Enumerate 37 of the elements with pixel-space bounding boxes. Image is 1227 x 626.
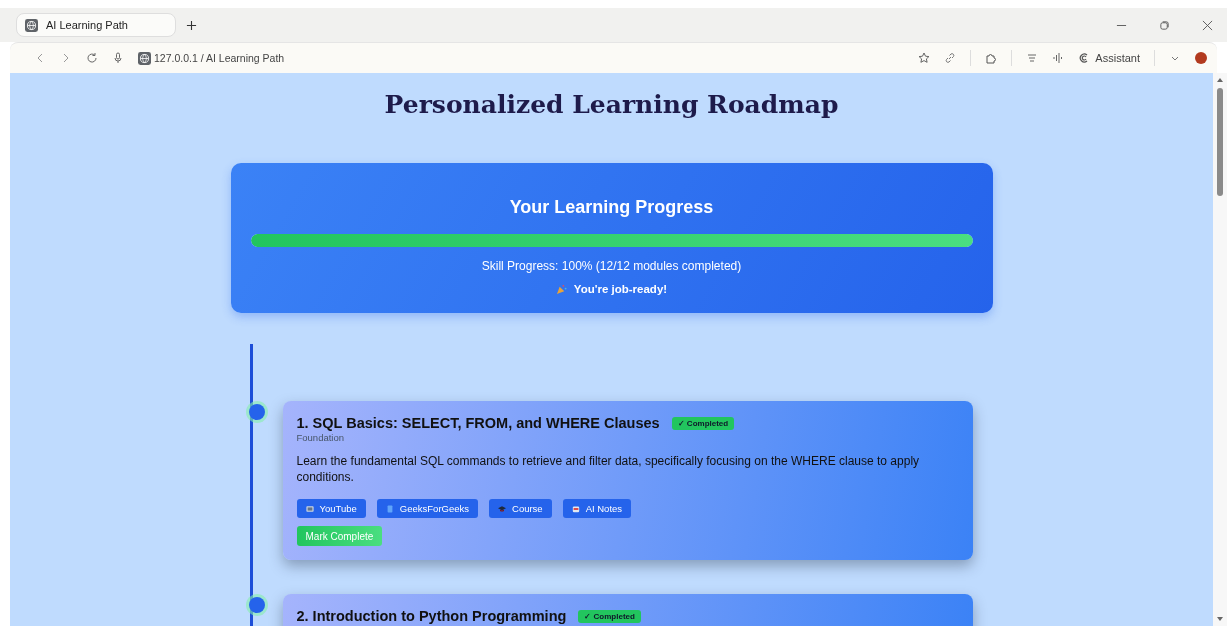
page-title: Personalized Learning Roadmap [384,90,839,119]
resource-link-button[interactable]: GeeksForGeeks [376,499,478,519]
module-title: 2. Introduction to Python Programming [296,608,567,625]
address-field[interactable]: 127.0.0.1 / AI Learning Path [138,51,285,65]
globe-icon [138,51,151,65]
restore-icon[interactable] [1159,19,1170,31]
star-icon[interactable] [918,52,931,64]
reload-icon[interactable] [86,52,98,64]
resource-link-button[interactable]: YouTube [296,499,366,519]
microphone-icon[interactable] [112,52,124,64]
module-category: Foundation [296,432,346,443]
completed-badge: ✓ Completed [578,609,641,623]
globe-icon [25,18,38,32]
graduation-cap-icon [498,504,506,513]
tv-icon [305,504,314,513]
party-popper-icon [555,283,567,295]
progress-heading: Your Learning Progress [509,197,714,218]
resource-link-button[interactable]: AI Notes [562,499,632,519]
audio-icon[interactable] [1052,52,1065,64]
new-tab-icon[interactable] [186,19,197,31]
assistant-button[interactable]: Assistant [1078,52,1140,64]
module-title: 1. SQL Basics: SELECT, FROM, and WHERE Clauses [296,415,660,431]
book-icon [385,504,394,513]
profile-avatar-icon[interactable] [1195,52,1207,64]
module-description: Learn the fundamental SQL commands to retrieve and filter data, specifically focusing on the WHERE clause to apply conditions. [296,453,921,486]
scroll-down-icon[interactable] [1216,615,1224,623]
timeline-dot [248,404,265,420]
link-icon[interactable] [944,52,957,64]
completed-badge: ✓ Completed [671,416,735,430]
timeline-dot [248,597,265,614]
scrollbar[interactable] [1213,73,1227,626]
job-ready-message: You're job-ready! [573,283,668,295]
progress-summary: Skill Progress: 100% (12/12 modules completed) [481,259,742,273]
close-icon[interactable] [1202,19,1213,31]
resource-link-button[interactable]: Course [489,499,552,519]
browser-tab[interactable]: AI Learning Path [16,13,176,37]
scroll-up-icon[interactable] [1216,76,1224,84]
